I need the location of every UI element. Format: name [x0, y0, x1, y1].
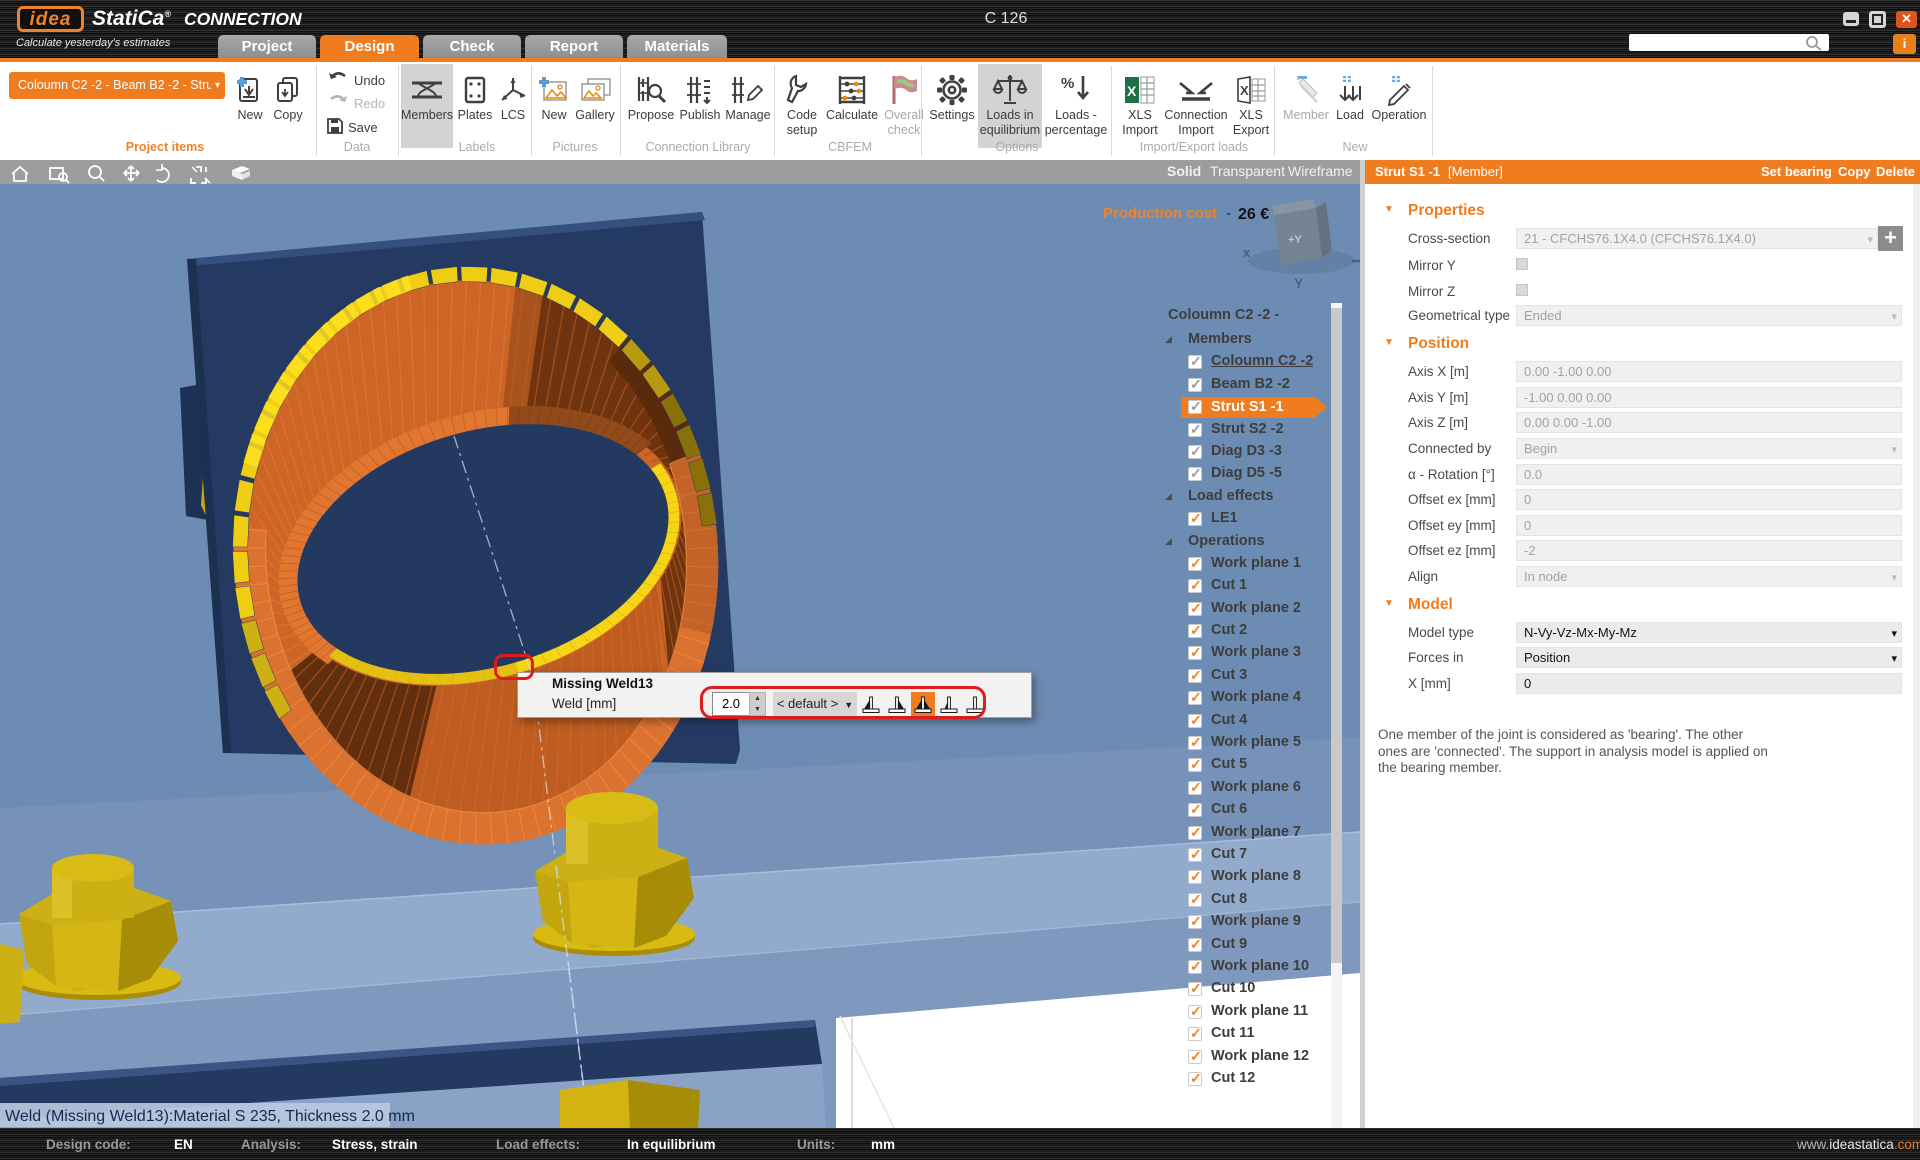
svg-text:x: x [1243, 245, 1251, 260]
svg-text:Production cost: Production cost [1103, 205, 1217, 222]
svg-text:X: X [1127, 83, 1137, 99]
svg-text:Y: Y [1294, 275, 1304, 291]
svg-text:-: - [1226, 205, 1231, 222]
svg-text:26 €: 26 € [1238, 206, 1269, 223]
svg-text:%: % [1061, 75, 1074, 92]
svg-text:+Y: +Y [1288, 234, 1302, 246]
svg-text:Weld (Missing Weld13):Material: Weld (Missing Weld13):Material S 235, Th… [5, 1108, 415, 1125]
svg-text:X: X [1240, 83, 1249, 98]
